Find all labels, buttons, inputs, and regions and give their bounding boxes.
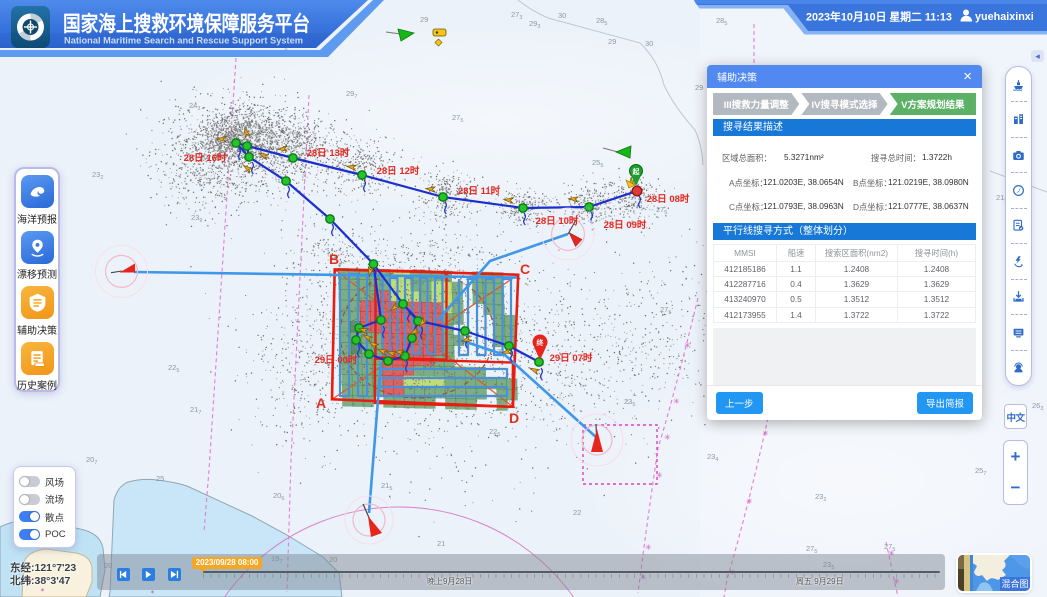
svg-text:National Maritime Search and R: National Maritime Search and Rescue Supp… — [64, 36, 303, 46]
svg-text:28日 08时: 28日 08时 — [647, 193, 690, 205]
svg-text:29: 29 — [420, 15, 428, 24]
svg-text:2023年10月10日 星期二 11:13: 2023年10月10日 星期二 11:13 — [806, 10, 952, 24]
svg-text:终: 终 — [537, 338, 545, 347]
svg-text:混合图: 混合图 — [1001, 578, 1028, 589]
svg-text:国家海上搜救环境保障服务平台: 国家海上搜救环境保障服务平台 — [63, 12, 310, 36]
svg-text:28日 12时: 28日 12时 — [377, 165, 420, 177]
svg-text:✳: ✳ — [645, 543, 652, 552]
svg-text:✳: ✳ — [746, 497, 753, 506]
svg-text:✳: ✳ — [656, 471, 663, 480]
svg-text:30: 30 — [645, 39, 653, 48]
svg-text:29: 29 — [608, 37, 616, 46]
svg-text:28日 10时: 28日 10时 — [536, 215, 579, 227]
svg-text:28日 13时: 28日 13时 — [307, 147, 350, 159]
svg-text:30: 30 — [558, 11, 566, 20]
svg-text:22: 22 — [573, 508, 581, 517]
svg-text:起: 起 — [632, 167, 641, 176]
svg-text:✶: ✶ — [40, 587, 45, 594]
svg-text:28日 11时: 28日 11时 — [458, 185, 501, 197]
svg-text:D: D — [509, 410, 519, 426]
svg-text:✳: ✳ — [684, 341, 691, 350]
svg-text:A: A — [316, 395, 326, 411]
svg-text:✳: ✳ — [673, 397, 680, 406]
svg-text:28日 09时: 28日 09时 — [604, 219, 647, 231]
svg-text:29: 29 — [695, 83, 703, 92]
svg-text:C: C — [520, 261, 530, 277]
svg-text:B: B — [329, 251, 339, 267]
svg-text:✳: ✳ — [664, 433, 671, 442]
svg-text:25: 25 — [156, 474, 164, 483]
svg-text:29日 07时: 29日 07时 — [550, 352, 593, 364]
svg-text:21: 21 — [437, 539, 445, 548]
svg-text:29日 00时: 29日 00时 — [315, 354, 358, 366]
svg-text:28日 16时: 28日 16时 — [184, 152, 227, 164]
svg-text:yuehaixinxi: yuehaixinxi — [975, 11, 1034, 23]
svg-text:✶: ✶ — [150, 589, 155, 596]
svg-text:✳: ✳ — [762, 429, 769, 438]
